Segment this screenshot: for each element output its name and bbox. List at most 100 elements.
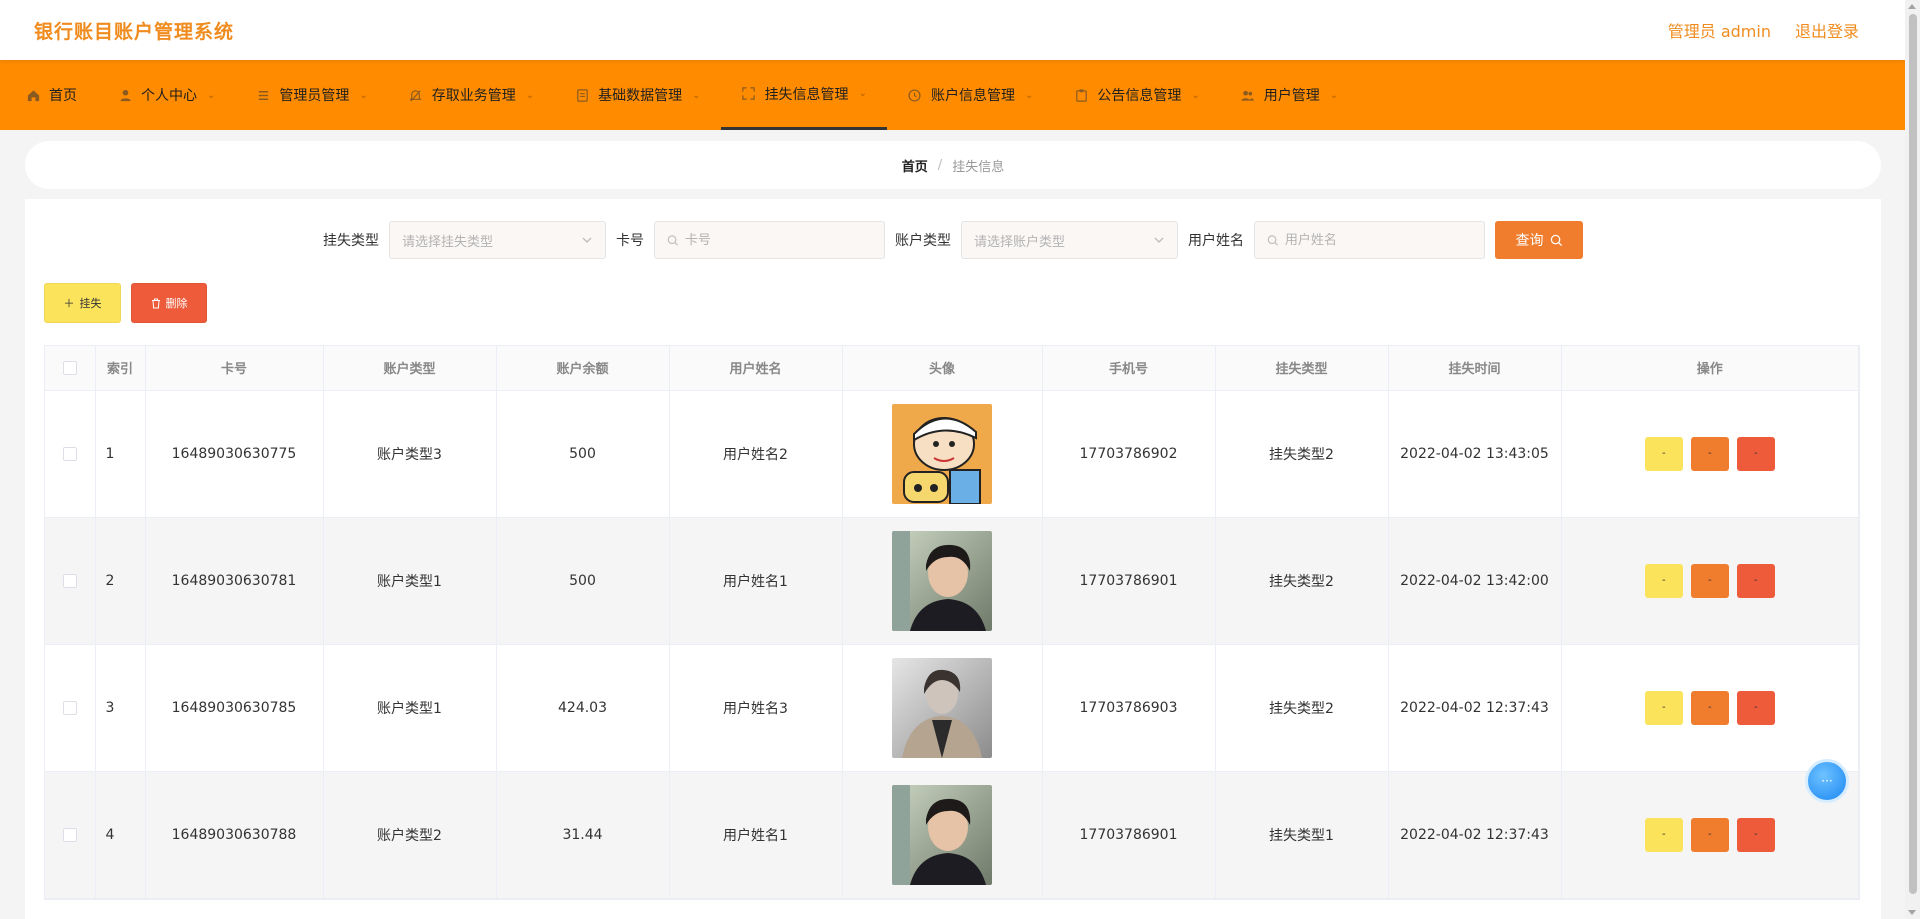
table-row[interactable]: 1 16489030630775 账户类型3 500 用户姓名2 17703786902 挂… bbox=[45, 390, 1859, 518]
delete-row-button[interactable]: - bbox=[1736, 690, 1775, 725]
row-actions: --- bbox=[1561, 517, 1859, 645]
add-loss-label: 挂失 bbox=[79, 297, 102, 310]
table-row[interactable]: 2 16489030630781 账户类型1 500 用户姓名1 17703786901 挂… bbox=[45, 517, 1859, 645]
cell-phone: 17703786901 bbox=[1042, 771, 1216, 899]
cell-balance: 500 bbox=[496, 517, 670, 645]
column-header: 手机号 bbox=[1042, 346, 1216, 391]
logout-button[interactable]: 退出登录 bbox=[1795, 18, 1859, 42]
chevron-down-icon: ⌄ bbox=[207, 89, 216, 101]
view-button[interactable]: - bbox=[1644, 563, 1683, 598]
floating-action-button[interactable]: ··· bbox=[1805, 759, 1849, 803]
delete-row-button[interactable]: - bbox=[1736, 563, 1775, 598]
row-checkbox[interactable] bbox=[62, 700, 77, 715]
column-header: 头像 bbox=[842, 346, 1043, 391]
nav-item-0[interactable]: 首页 bbox=[5, 60, 97, 130]
row-checkbox[interactable] bbox=[62, 827, 77, 842]
cell-balance: 424.03 bbox=[496, 644, 670, 772]
cell-account-type: 账户类型2 bbox=[323, 771, 497, 899]
cell-balance: 31.44 bbox=[496, 771, 670, 899]
edit-button[interactable]: - bbox=[1690, 690, 1729, 725]
chevron-down-icon bbox=[582, 237, 592, 243]
nav-item-7[interactable]: 公告信息管理 ⌄ bbox=[1053, 60, 1219, 130]
avatar-cell bbox=[842, 517, 1043, 645]
cell-username: 用户姓名3 bbox=[669, 644, 843, 772]
nav-item-4[interactable]: 基础数据管理 ⌄ bbox=[554, 60, 720, 130]
chevron-down-icon: ⌄ bbox=[1191, 89, 1200, 101]
select-all-checkbox[interactable] bbox=[62, 360, 77, 375]
cell-username: 用户姓名1 bbox=[669, 771, 843, 899]
trash-icon bbox=[151, 298, 160, 308]
nav-item-label: 管理员管理 bbox=[279, 88, 350, 104]
cell-card: 16489030630781 bbox=[145, 517, 324, 645]
nav-item-8[interactable]: 用户管理 ⌄ bbox=[1220, 60, 1358, 130]
chevron-down-icon: ⌄ bbox=[1024, 89, 1034, 101]
avatar[interactable] bbox=[892, 784, 992, 885]
list-icon bbox=[255, 87, 271, 103]
card-input[interactable] bbox=[684, 232, 872, 248]
edit-button[interactable]: - bbox=[1690, 817, 1729, 852]
nav-item-5[interactable]: 挂失信息管理 ⌄ bbox=[720, 60, 887, 130]
clipboard-icon bbox=[1073, 87, 1089, 103]
nav-item-label: 首页 bbox=[49, 88, 77, 104]
view-button[interactable]: - bbox=[1644, 436, 1683, 471]
chevron-down-icon: ⌄ bbox=[1329, 89, 1339, 101]
cell-card: 16489030630788 bbox=[145, 771, 324, 899]
avatar-cell bbox=[842, 771, 1043, 899]
account-type-select[interactable]: 请选择账户类型 bbox=[961, 221, 1178, 259]
delete-label: 删除 bbox=[165, 297, 188, 310]
nav-item-1[interactable]: 个人中心 ⌄ bbox=[97, 60, 235, 130]
scrollbar-thumb[interactable] bbox=[1909, 14, 1917, 894]
search-icon bbox=[1267, 234, 1278, 246]
username-field bbox=[1254, 221, 1485, 259]
cell-time: 2022-04-02 12:37:43 bbox=[1388, 771, 1562, 899]
add-loss-button[interactable]: ＋ 挂失 bbox=[44, 283, 121, 323]
cell-loss-type: 挂失类型2 bbox=[1215, 644, 1389, 772]
view-button[interactable]: - bbox=[1644, 817, 1683, 852]
data-icon bbox=[574, 87, 590, 103]
avatar[interactable] bbox=[892, 403, 992, 504]
scroll-down-arrow[interactable] bbox=[1908, 910, 1916, 915]
edit-button[interactable]: - bbox=[1690, 436, 1729, 471]
query-button[interactable]: 查询 bbox=[1495, 221, 1583, 259]
chevron-down-icon: ⌄ bbox=[525, 89, 535, 101]
breadcrumb: 首页 / 挂失信息 bbox=[25, 141, 1881, 189]
scroll-up-arrow[interactable] bbox=[1908, 4, 1916, 9]
cell-balance: 500 bbox=[496, 390, 670, 518]
row-checkbox[interactable] bbox=[62, 446, 77, 461]
cell-time: 2022-04-02 13:43:05 bbox=[1388, 390, 1562, 518]
nav-item-6[interactable]: 账户信息管理 ⌄ bbox=[887, 60, 1053, 130]
cell-account-type: 账户类型1 bbox=[323, 517, 497, 645]
edit-button[interactable]: - bbox=[1690, 563, 1729, 598]
row-actions: --- bbox=[1561, 644, 1859, 772]
row-select-cell bbox=[45, 771, 96, 899]
avatar-cell bbox=[842, 644, 1043, 772]
view-button[interactable]: - bbox=[1644, 690, 1683, 725]
delete-button[interactable]: 删除 bbox=[131, 283, 207, 323]
delete-row-button[interactable]: - bbox=[1736, 817, 1775, 852]
select-all-header bbox=[45, 346, 96, 391]
avatar[interactable] bbox=[892, 530, 992, 631]
cell-phone: 17703786902 bbox=[1042, 390, 1216, 518]
avatar[interactable] bbox=[892, 657, 992, 758]
search-form: 挂失类型 请选择挂失类型 卡号 账户类型 请选择账户类型 用户姓名 查询 bbox=[25, 221, 1881, 259]
table-row[interactable]: 3 16489030630785 账户类型1 424.03 用户姓名3 177037869… bbox=[45, 644, 1859, 772]
loss-table: 索引 卡号 账户类型 账户余额 用户姓名 头像 手机号 挂失类型 挂失时间 操作 1 1648903… bbox=[44, 345, 1860, 900]
nav-item-2[interactable]: 管理员管理 ⌄ bbox=[235, 60, 387, 130]
cell-time: 2022-04-02 12:37:43 bbox=[1388, 644, 1562, 772]
nav-item-3[interactable]: 存取业务管理 ⌄ bbox=[388, 60, 554, 130]
table-row[interactable]: 4 16489030630788 账户类型2 31.44 用户姓名1 1770378690… bbox=[45, 771, 1859, 899]
cell-time: 2022-04-02 13:42:00 bbox=[1388, 517, 1562, 645]
cell-phone: 17703786903 bbox=[1042, 644, 1216, 772]
top-header: 银行账目账户管理系统 管理员 admin 退出登录 bbox=[0, 0, 1905, 60]
chevron-down-icon: ⌄ bbox=[858, 88, 867, 99]
table-header-row: 索引 卡号 账户类型 账户余额 用户姓名 头像 手机号 挂失类型 挂失时间 操作 bbox=[45, 346, 1859, 391]
cell-loss-type: 挂失类型1 bbox=[1215, 771, 1389, 899]
column-header: 用户姓名 bbox=[669, 346, 843, 391]
page-scrollbar[interactable] bbox=[1905, 0, 1920, 919]
loss-type-select[interactable]: 请选择挂失类型 bbox=[389, 221, 606, 259]
breadcrumb-home[interactable]: 首页 bbox=[902, 156, 928, 175]
row-checkbox[interactable] bbox=[62, 573, 77, 588]
username-input[interactable] bbox=[1284, 232, 1472, 248]
delete-row-button[interactable]: - bbox=[1736, 436, 1775, 471]
admin-label[interactable]: 管理员 admin bbox=[1668, 18, 1771, 42]
